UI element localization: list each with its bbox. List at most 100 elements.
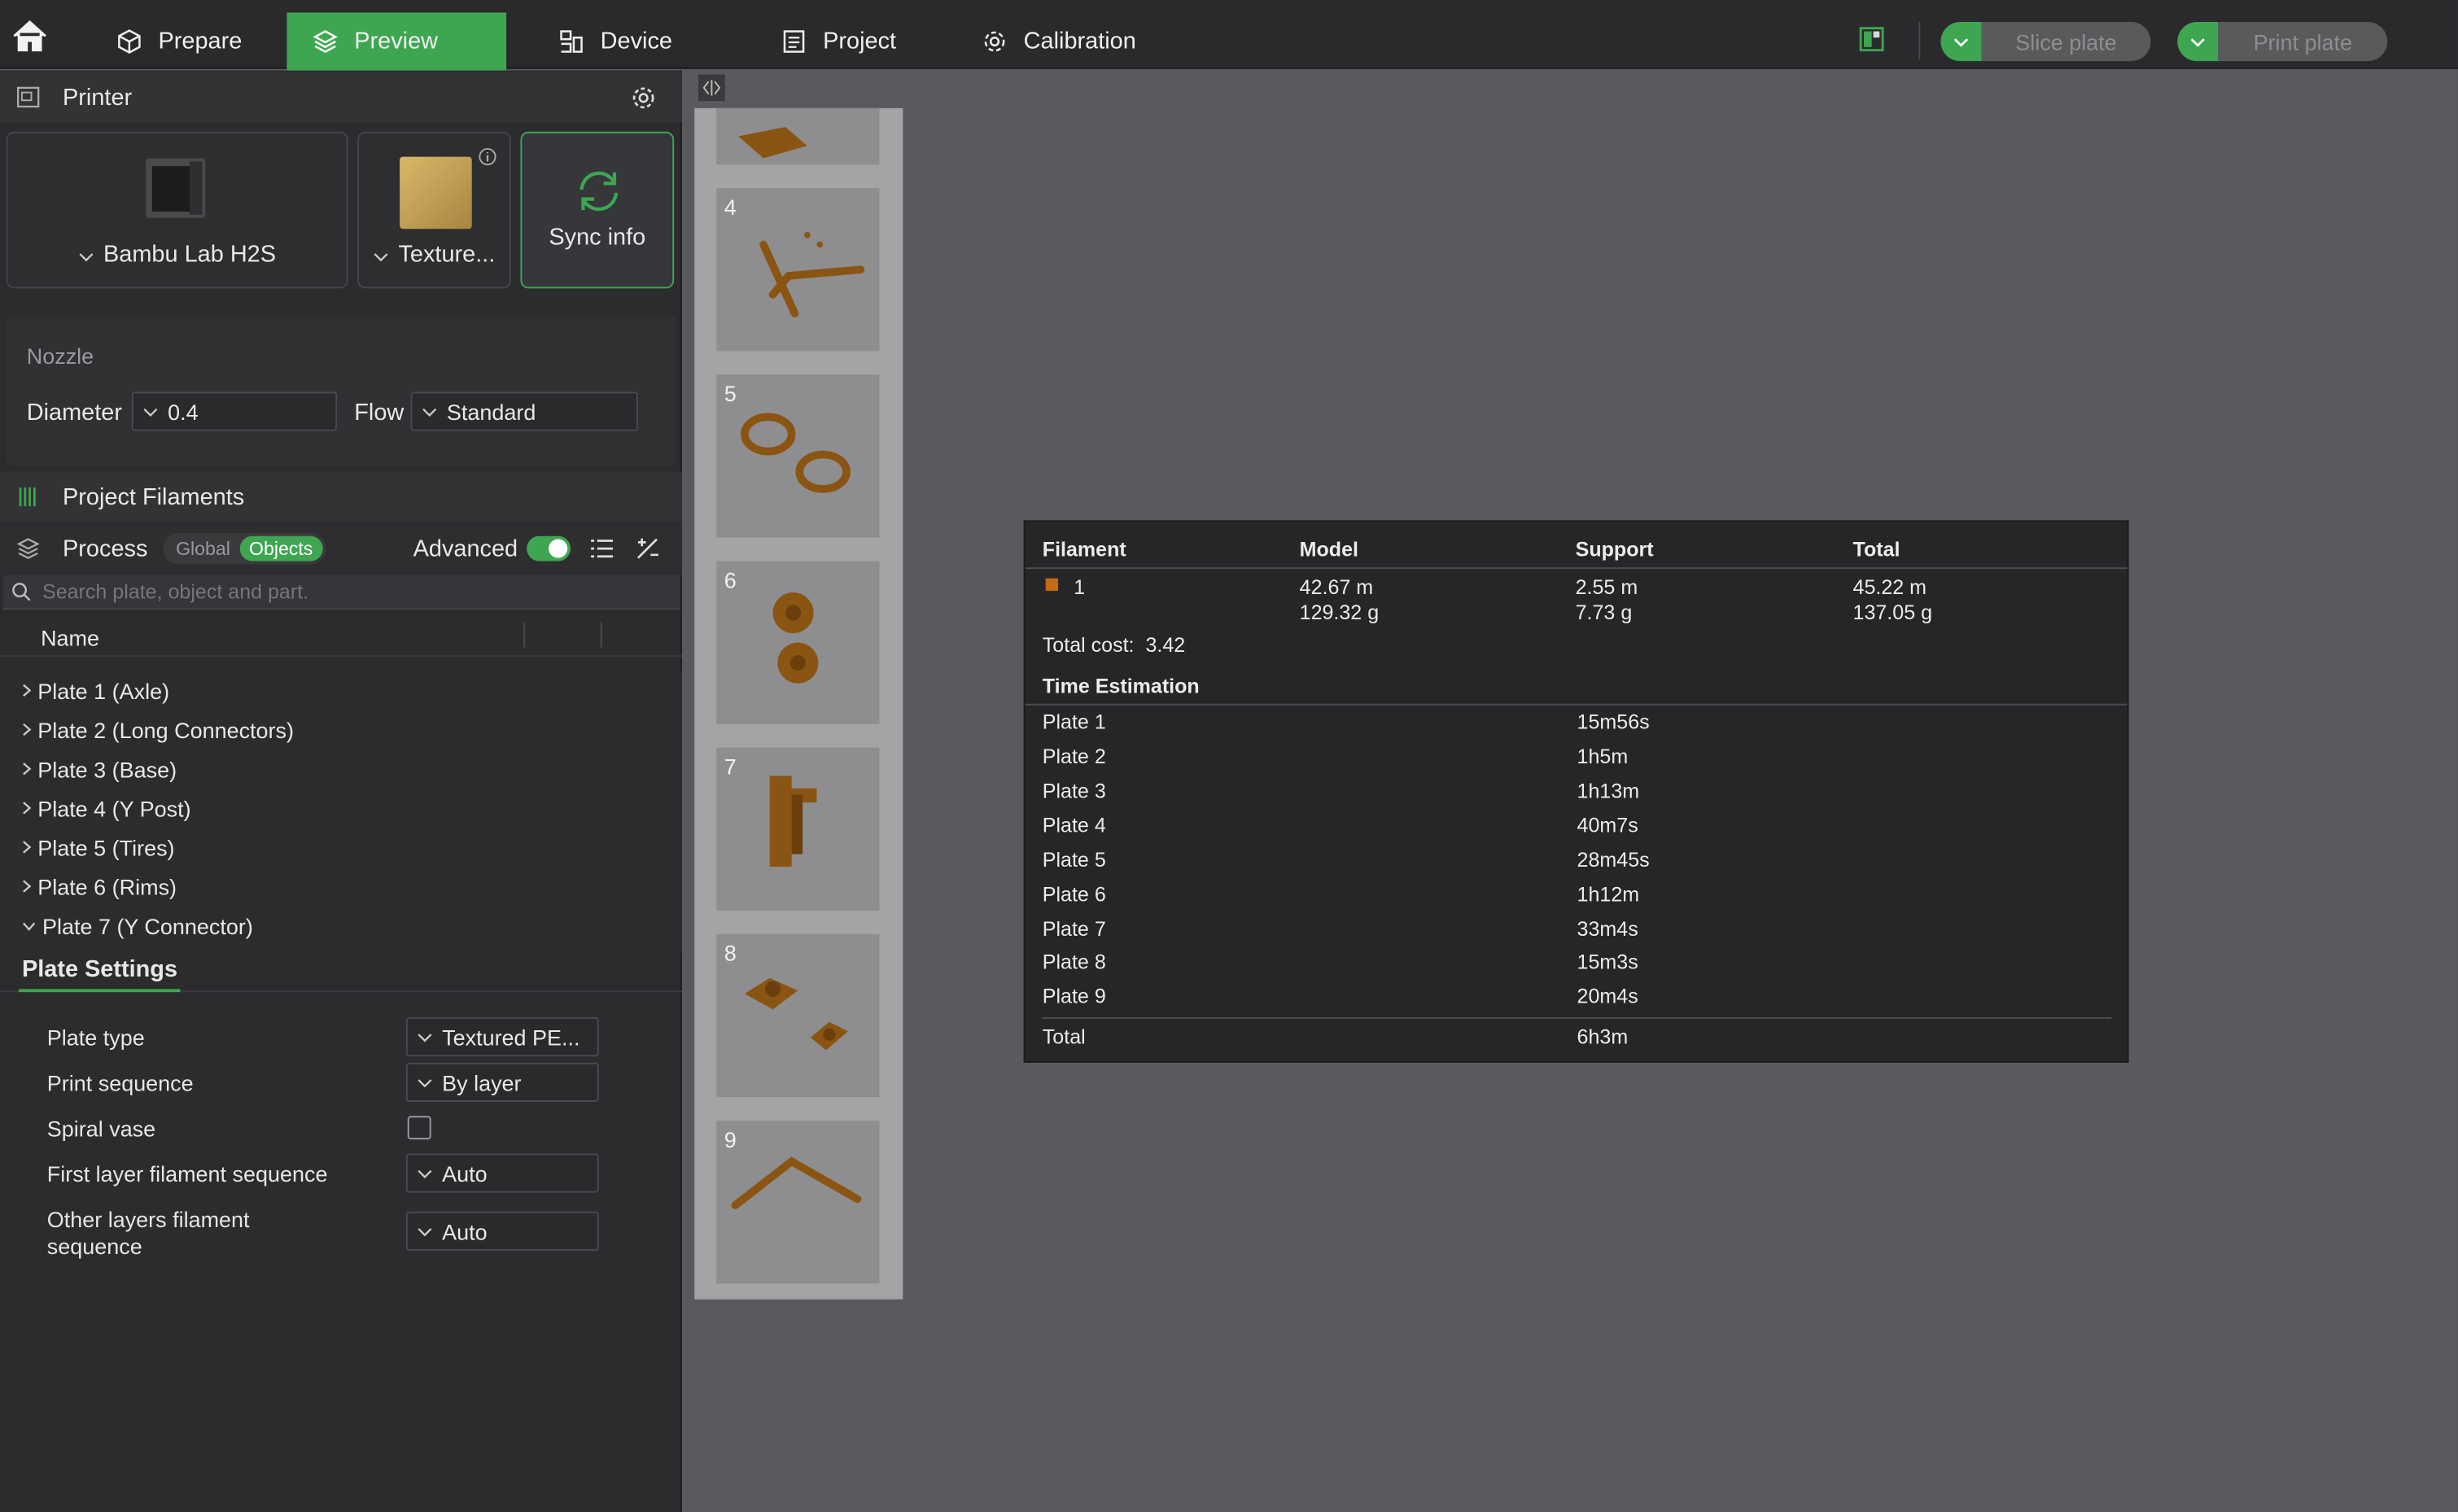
filament-id: 1: [1074, 575, 1086, 599]
tree-item-plate-5[interactable]: Plate 5 (Tires): [0, 828, 682, 867]
tab-label: Preview: [354, 28, 439, 55]
tree-item-plate-6[interactable]: Plate 6 (Rims): [0, 867, 682, 906]
collapse-sidebar-icon[interactable]: [698, 74, 726, 103]
search-placeholder: Search plate, object and part.: [42, 579, 309, 604]
header-divider: [1025, 567, 2128, 570]
time-row-plate-label: Plate 4: [1042, 813, 1106, 837]
tab-prepare[interactable]: Prepare: [91, 12, 267, 70]
plate-thumbnail-5[interactable]: 5: [716, 374, 880, 538]
tab-project[interactable]: Project: [755, 12, 921, 70]
chevron-down-icon: [418, 1033, 432, 1042]
advanced-toggle[interactable]: [527, 535, 571, 562]
model-preview: [731, 1156, 862, 1209]
tab-calibration[interactable]: Calibration: [956, 12, 1161, 70]
column-divider: [600, 622, 602, 648]
project-filaments-header[interactable]: Project Filaments: [0, 471, 682, 522]
tree-item-plate-4[interactable]: Plate 4 (Y Post): [0, 789, 682, 828]
plate-thumbnail-7[interactable]: 7: [716, 747, 880, 911]
slice-plate-button[interactable]: Slice plate: [1981, 21, 2151, 62]
tree-item-plate-3[interactable]: Plate 3 (Base): [0, 749, 682, 789]
first-layer-sequence-value: Auto: [442, 1160, 488, 1186]
sync-icon: [580, 171, 619, 212]
plate-thumbnail-4[interactable]: 4: [716, 188, 880, 352]
top-toolbar: Prepare Preview Device Project Calibrati…: [0, 0, 2458, 71]
support-weight: 7.73 g: [1575, 600, 1633, 624]
time-row-value: 15m56s: [1577, 710, 1650, 734]
plate-type-select[interactable]: Textured PE...: [405, 1016, 599, 1057]
printer-settings-gear-icon[interactable]: [630, 85, 657, 111]
flow-value: Standard: [446, 399, 536, 424]
tab-device[interactable]: Device: [533, 12, 698, 70]
tree-item-plate-1[interactable]: Plate 1 (Axle): [0, 671, 682, 710]
first-layer-sequence-select[interactable]: Auto: [405, 1153, 599, 1193]
plate-image: [400, 156, 472, 229]
list-icon[interactable]: [590, 538, 615, 560]
column-divider: [523, 622, 526, 648]
chevron-down-icon: [374, 253, 388, 262]
plate-thumbnail-9[interactable]: 9: [716, 1121, 880, 1284]
tree-item-plate-2[interactable]: Plate 2 (Long Connectors): [0, 710, 682, 749]
first-layer-sequence-label: First layer filament sequence: [46, 1161, 328, 1186]
compare-icon[interactable]: [636, 536, 661, 562]
time-row-plate-label: Plate 1: [1042, 710, 1106, 734]
search-bar[interactable]: Search plate, object and part.: [2, 575, 680, 610]
flow-label: Flow: [354, 400, 405, 426]
print-sequence-value: By layer: [442, 1069, 522, 1095]
flow-select[interactable]: Standard: [410, 391, 638, 431]
plate-thumbnail-3[interactable]: [716, 107, 880, 165]
total-time-value: 6h3m: [1577, 1025, 1629, 1049]
print-plate-button[interactable]: Print plate: [2218, 21, 2388, 62]
objects-option[interactable]: Objects: [239, 535, 322, 562]
other-layers-sequence-select[interactable]: Auto: [405, 1211, 599, 1251]
diameter-select[interactable]: 0.4: [131, 391, 338, 431]
plate-thumbnail-6[interactable]: 6: [716, 561, 880, 724]
sync-info-button[interactable]: Sync info: [520, 131, 675, 289]
total-divider: [1042, 1016, 2112, 1019]
tab-preview[interactable]: Preview: [286, 12, 507, 71]
search-icon: [12, 583, 31, 601]
plate-thumbnail-strip: 4 5 6 7 8 9: [694, 107, 903, 1300]
scope-toggle[interactable]: Global Objects: [163, 532, 326, 565]
tab-label: Project: [823, 28, 897, 55]
print-sequence-label: Print sequence: [46, 1070, 194, 1096]
time-estimation-title: Time Estimation: [1042, 674, 1200, 698]
time-row-plate-label: Plate 5: [1042, 847, 1106, 872]
time-row-value: 1h13m: [1577, 779, 1640, 803]
nozzle-panel: Nozzle Diameter 0.4 Flow Standard: [6, 315, 676, 466]
print-sequence-select[interactable]: By layer: [405, 1062, 599, 1102]
chevron-down-icon: [143, 407, 158, 417]
support-header: Support: [1575, 537, 1654, 562]
plate-thumbnail-8[interactable]: 8: [716, 933, 880, 1098]
tree-item-plate-7[interactable]: Plate 7 (Y Connector): [0, 906, 682, 945]
chevron-right-icon: [23, 880, 32, 893]
global-option[interactable]: Global: [167, 536, 240, 562]
slice-dropdown[interactable]: [1940, 21, 1982, 62]
gear-icon: [984, 31, 1005, 52]
diameter-label: Diameter: [26, 400, 122, 426]
plate-type-value: Textured PE...: [442, 1024, 580, 1050]
time-row-value: 40m7s: [1577, 813, 1638, 837]
other-layers-sequence-label-line1: Other layers filament: [46, 1207, 250, 1232]
layout-icon[interactable]: [1859, 27, 1884, 52]
chevron-down-icon: [2190, 37, 2205, 46]
total-header: Total: [1852, 537, 1900, 562]
printer-section-title: Printer: [63, 84, 133, 111]
chevron-down-icon: [1953, 37, 1969, 46]
print-dropdown[interactable]: [2177, 21, 2219, 62]
home-icon[interactable]: [10, 19, 50, 53]
build-plate-card[interactable]: Texture...: [357, 131, 511, 289]
diameter-value: 0.4: [168, 399, 199, 424]
spiral-vase-checkbox[interactable]: [407, 1116, 431, 1140]
chevron-down-icon: [79, 253, 94, 262]
tab-plate-settings[interactable]: Plate Settings: [19, 948, 181, 993]
name-column-header[interactable]: Name: [41, 625, 99, 650]
info-icon[interactable]: [478, 147, 496, 166]
printer-model-label: Bambu Lab H2S: [8, 242, 347, 268]
chevron-right-icon: [23, 802, 32, 815]
chevron-down-icon: [422, 407, 437, 417]
time-row-value: 33m4s: [1577, 916, 1638, 941]
cube-icon: [118, 29, 141, 54]
plate-type-label: Plate type: [46, 1025, 145, 1051]
printer-model-card[interactable]: Bambu Lab H2S: [6, 131, 348, 289]
time-row-plate-label: Plate 9: [1042, 984, 1106, 1008]
